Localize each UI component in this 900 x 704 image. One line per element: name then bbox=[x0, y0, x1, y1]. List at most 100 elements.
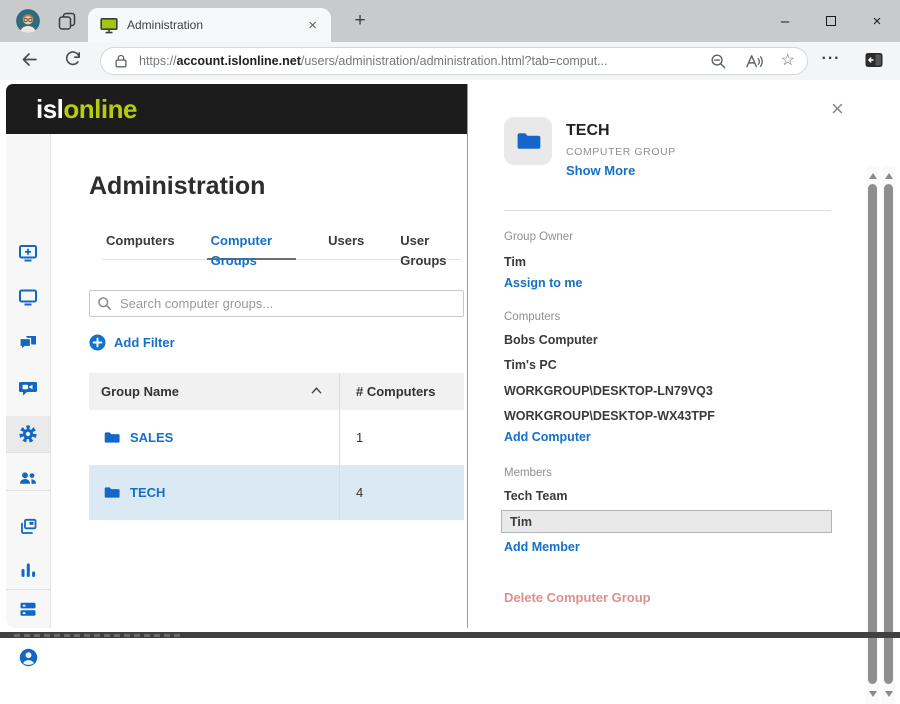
address-bar[interactable]: https://account.islonline.net/users/admi… bbox=[100, 47, 808, 75]
tab-close-icon[interactable]: × bbox=[304, 17, 321, 34]
detail-panel: × TECH COMPUTER GROUP Show More Group Ow… bbox=[468, 84, 865, 632]
sidebar-item-computers[interactable] bbox=[6, 279, 50, 315]
url-path: /users/administration/administration.htm… bbox=[301, 54, 608, 68]
plus-circle-icon bbox=[89, 334, 106, 351]
computer-plus-icon bbox=[18, 243, 38, 263]
computer-groups-table: Group Name # Computers SALES 1 bbox=[89, 373, 464, 520]
tab-title: Administration bbox=[127, 18, 304, 32]
video-chat-icon bbox=[18, 378, 38, 398]
add-computer-link[interactable]: Add Computer bbox=[504, 430, 591, 444]
sidebar-item-servers[interactable] bbox=[6, 591, 50, 627]
assign-to-me-link[interactable]: Assign to me bbox=[504, 276, 583, 290]
tab-users[interactable]: Users bbox=[324, 231, 368, 260]
islonline-logo[interactable]: islonline bbox=[36, 94, 137, 125]
column-header-group-name[interactable]: Group Name bbox=[89, 373, 339, 410]
sidebar-divider bbox=[6, 490, 50, 491]
folder-icon bbox=[103, 484, 120, 501]
computer-item: WORKGROUP\DESKTOP-LN79VQ3 bbox=[504, 384, 713, 398]
desktop-edge-marks bbox=[14, 634, 184, 637]
people-icon bbox=[18, 468, 38, 488]
favorites-star-icon[interactable]: ☆ bbox=[781, 53, 795, 69]
divider bbox=[504, 210, 831, 211]
sidebar-toggle-button[interactable] bbox=[864, 51, 884, 69]
sidebar-toggle-icon bbox=[864, 51, 884, 69]
members-label: Members bbox=[504, 467, 552, 479]
sidebar-item-settings[interactable] bbox=[6, 416, 50, 452]
page-scrollbar[interactable] bbox=[882, 166, 895, 704]
group-name-cell: SALES bbox=[89, 410, 339, 465]
desktop-edge-strip bbox=[0, 632, 900, 638]
browser-tab[interactable]: Administration × bbox=[88, 8, 331, 42]
refresh-icon bbox=[64, 50, 82, 68]
refresh-button[interactable] bbox=[64, 50, 82, 68]
search-input[interactable] bbox=[89, 290, 464, 317]
back-button[interactable] bbox=[20, 50, 39, 69]
member-item-highlighted[interactable]: Tim bbox=[501, 510, 832, 533]
group-name-cell: TECH bbox=[89, 465, 339, 520]
folder-icon bbox=[515, 128, 541, 154]
scrollbar-thumb[interactable] bbox=[868, 184, 877, 684]
computers-label: Computers bbox=[504, 311, 560, 323]
add-filter-button[interactable]: Add Filter bbox=[89, 334, 175, 351]
lock-icon bbox=[113, 53, 129, 69]
maximize-icon bbox=[826, 16, 836, 26]
table-header: Group Name # Computers bbox=[89, 373, 464, 410]
main-content: Administration Computers Computer Groups… bbox=[52, 134, 467, 628]
logo-isl: isl bbox=[36, 94, 63, 124]
group-owner-value: Tim bbox=[504, 255, 526, 269]
scroll-down-icon[interactable] bbox=[869, 691, 877, 697]
scrollbar-thumb[interactable] bbox=[884, 184, 893, 684]
brand-header: islonline bbox=[6, 84, 467, 134]
browser-menu-button[interactable]: ··· bbox=[817, 49, 845, 73]
zoom-out-button[interactable] bbox=[710, 53, 727, 70]
member-item: Tech Team bbox=[504, 489, 567, 503]
tab-user-groups[interactable]: User Groups bbox=[396, 231, 462, 260]
group-name: TECH bbox=[130, 485, 165, 500]
scroll-up-icon[interactable] bbox=[885, 173, 893, 179]
window-minimize-button[interactable]: – bbox=[762, 0, 808, 42]
back-arrow-icon bbox=[20, 50, 39, 69]
layered-windows-icon bbox=[18, 517, 38, 537]
table-row-tech[interactable]: TECH 4 bbox=[89, 465, 464, 520]
table-row-sales[interactable]: SALES 1 bbox=[89, 410, 464, 465]
app-sidebar bbox=[6, 134, 51, 628]
scroll-up-icon[interactable] bbox=[869, 173, 877, 179]
zoom-out-icon bbox=[710, 53, 727, 70]
group-name: SALES bbox=[130, 430, 173, 445]
server-list-icon bbox=[18, 599, 38, 619]
sidebar-divider bbox=[6, 589, 50, 590]
sidebar-item-reports[interactable] bbox=[6, 552, 50, 588]
group-avatar-tile bbox=[504, 117, 552, 165]
workspaces-icon bbox=[57, 12, 77, 31]
browser-profile-avatar[interactable] bbox=[16, 9, 40, 33]
computer-count-cell: 1 bbox=[339, 410, 464, 465]
computer-item: Tim's PC bbox=[504, 358, 557, 372]
tab-bar: Computers Computer Groups Users User Gro… bbox=[102, 231, 462, 260]
logo-online: online bbox=[63, 94, 137, 124]
sidebar-item-chat[interactable] bbox=[6, 325, 50, 361]
sidebar-item-account[interactable] bbox=[6, 639, 50, 675]
tab-computer-groups[interactable]: Computer Groups bbox=[207, 231, 297, 260]
read-aloud-button[interactable] bbox=[745, 53, 763, 69]
sidebar-item-add-computer-session[interactable] bbox=[6, 235, 50, 271]
tab-computers[interactable]: Computers bbox=[102, 231, 179, 260]
panel-close-icon[interactable]: × bbox=[831, 98, 844, 120]
new-tab-button[interactable]: + bbox=[346, 8, 374, 34]
window-maximize-button[interactable] bbox=[808, 0, 854, 42]
group-type-label: COMPUTER GROUP bbox=[566, 146, 676, 158]
panel-scrollbar[interactable] bbox=[866, 166, 879, 704]
show-more-link[interactable]: Show More bbox=[566, 163, 635, 178]
computer-item: Bobs Computer bbox=[504, 333, 598, 347]
workspaces-button[interactable] bbox=[57, 12, 77, 31]
window-close-button[interactable]: × bbox=[854, 0, 900, 42]
add-filter-label: Add Filter bbox=[114, 335, 175, 350]
sidebar-item-video-call[interactable] bbox=[6, 370, 50, 406]
search-box bbox=[89, 290, 464, 317]
delete-computer-group-link[interactable]: Delete Computer Group bbox=[504, 590, 651, 605]
sidebar-item-sessions[interactable] bbox=[6, 509, 50, 545]
column-header-computers[interactable]: # Computers bbox=[339, 373, 464, 410]
scroll-down-icon[interactable] bbox=[885, 691, 893, 697]
page-title: Administration bbox=[89, 172, 265, 201]
computer-item: WORKGROUP\DESKTOP-WX43TPF bbox=[504, 409, 715, 423]
add-member-link[interactable]: Add Member bbox=[504, 540, 580, 554]
